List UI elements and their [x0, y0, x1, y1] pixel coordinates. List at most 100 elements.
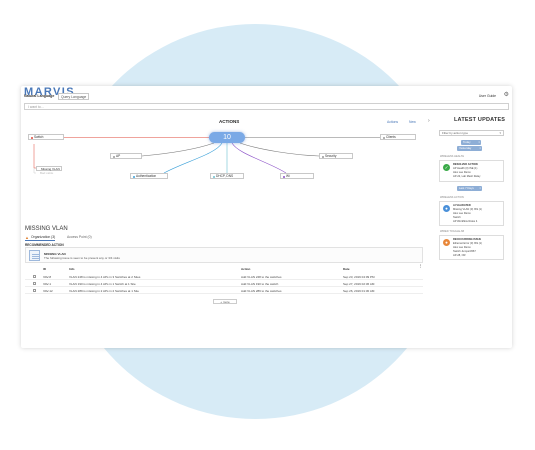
tab-access-point[interactable]: Access Point (0): [67, 235, 92, 239]
gear-icon[interactable]: ⚙: [504, 92, 509, 98]
update-card[interactable]: ● REOCCURRING ISSUE Ethernet Error (0) I…: [439, 235, 504, 260]
cell-date: Sep 27, 2019 02:36 AM: [343, 281, 375, 286]
cell-date: Sep 23, 2019 04:09 PM: [343, 274, 375, 279]
search-input[interactable]: I want to...: [24, 103, 509, 110]
chevron-down-icon: ▾: [499, 131, 501, 135]
cell-date: Sep 26, 2019 01:30 AM: [343, 288, 375, 293]
node-dhcp-dns[interactable]: DHCP, DNS: [210, 173, 244, 179]
cell-action: Add VLAN 190 to the switch: [241, 281, 279, 286]
node-security[interactable]: Security: [319, 153, 353, 159]
detail-title: MISSING VLAN: [25, 226, 68, 232]
node-wi-label: Wi: [286, 174, 290, 178]
card-line: Alex Lee Remo: [453, 171, 471, 174]
node-ap-label: AP: [116, 154, 121, 158]
connector-missing-vlan: [33, 144, 36, 169]
card-line: Missing VLAN (0) ISS (1): [453, 208, 482, 211]
col-header-id: ID: [43, 267, 46, 271]
node-authentication-label: Authentication: [136, 174, 157, 178]
col-header-info: Info: [69, 267, 75, 271]
connector-ap: [141, 142, 215, 157]
node-ap[interactable]: AP: [110, 153, 142, 159]
new-link[interactable]: New: [409, 120, 416, 124]
pill-today[interactable]: Today ×: [461, 140, 481, 145]
table-row[interactable]: VAV-8 VLAN 248 is missing in 4 APs in 3 …: [25, 273, 423, 280]
card-line: AP Workflow Rules 4: [453, 220, 478, 223]
card-category: WIRELESS ACTION: [440, 196, 464, 199]
warning-icon: ▲: [25, 234, 29, 240]
card-line: AP-22, Lab Mesh Relay: [453, 175, 481, 178]
user-guide-link[interactable]: User Guide: [479, 94, 496, 98]
cell-info: VLAN 190 is missing in 4 APs in 1 Switch…: [69, 281, 136, 286]
card-line: Ethernet Error (0) ISS (1): [453, 242, 482, 245]
table-row[interactable]: VAV-12 VLAN 289 is missing in 2 APs in 2…: [25, 287, 423, 294]
subnode-bad-cable[interactable]: Bad cable: [36, 171, 60, 175]
status-dot-icon: [212, 175, 215, 178]
status-dot-icon: [382, 136, 385, 139]
card-heading: REOCCURRING ISSUE: [453, 238, 482, 241]
tab-organization-label: Organization (3): [31, 235, 56, 239]
card-heading: AI VALIDATED: [453, 204, 471, 207]
pill-last7-label: Last 7 Days: [459, 186, 474, 190]
update-card[interactable]: ● AI VALIDATED Missing VLAN (0) ISS (1) …: [439, 201, 504, 226]
row-checkbox[interactable]: [33, 274, 36, 278]
row-checkbox[interactable]: [33, 288, 36, 292]
collapse-icon[interactable]: ›: [428, 118, 430, 124]
close-icon[interactable]: ×: [479, 186, 481, 191]
cell-id: VAV-12: [43, 288, 53, 293]
status-dot-icon: [282, 175, 285, 178]
card-category: WIRELESS HEALTH: [440, 155, 465, 158]
card-heading: RESOLVED ACTION: [453, 163, 478, 166]
actions-hub[interactable]: 10: [209, 132, 245, 143]
more-button[interactable]: + more: [213, 299, 237, 304]
close-icon[interactable]: ×: [478, 140, 480, 145]
node-switch[interactable]: Switch: [28, 134, 64, 140]
card-line: AP-28, OR: [453, 254, 466, 257]
update-card[interactable]: ✓ RESOLVED ACTION AP Health (0) ISE (1) …: [439, 160, 504, 182]
node-wi[interactable]: Wi: [280, 173, 314, 179]
person-icon: ●: [443, 239, 450, 246]
alert-icon: [30, 136, 33, 139]
connector-wi: [231, 142, 287, 174]
query-language-toggle[interactable]: Query Language: [58, 93, 90, 100]
rec-action-description: The following issue is seen to be presen…: [44, 256, 120, 260]
search-placeholder: I want to...: [28, 105, 44, 110]
actions-link[interactable]: Actions: [387, 120, 398, 124]
updates-sidebar: › LATEST UPDATES Filter by action type ▾…: [428, 115, 509, 347]
close-icon[interactable]: ×: [479, 146, 481, 151]
detail-tabs: ▲ Organization (3) Access Point (0): [25, 235, 225, 241]
cell-info: VLAN 289 is missing in 2 APs in 2 Switch…: [69, 288, 139, 293]
app-window: MARVIS Natural Language Query Language U…: [21, 86, 512, 348]
filter-placeholder: Filter by action type: [442, 131, 469, 135]
card-line: Alex Lee Remo: [453, 212, 471, 215]
graph-connectors: [33, 137, 380, 174]
pill-yesterday[interactable]: Yesterday ×: [457, 146, 482, 151]
node-clients[interactable]: Clients: [380, 134, 416, 140]
column-menu-icon[interactable]: ⋮: [419, 264, 423, 268]
status-dot-icon: [112, 155, 115, 158]
tab-organization[interactable]: ▲ Organization (3): [25, 234, 56, 241]
card-line: Alex Lee Remo: [453, 246, 471, 249]
node-security-label: Security: [325, 154, 337, 158]
detail-section: MISSING VLAN ▲ Organization (3) Access P…: [24, 226, 429, 346]
action-type-filter[interactable]: Filter by action type ▾: [439, 130, 504, 136]
row-checkbox[interactable]: [33, 281, 36, 285]
connector-security: [239, 142, 320, 157]
node-clients-label: Clients: [386, 135, 396, 139]
node-authentication[interactable]: Authentication: [130, 173, 168, 179]
document-icon: [29, 250, 40, 261]
card-line: Switch: [453, 216, 461, 219]
main-panel: ACTIONS Actions New 10 Switch AP Clients: [24, 114, 429, 346]
natural-language-toggle[interactable]: Natural Language: [24, 94, 54, 98]
cell-action: Add VLAN 248 to the switches: [241, 274, 282, 279]
cell-id: VAV-8: [43, 274, 52, 279]
pill-yesterday-label: Yesterday: [459, 146, 472, 150]
stage: MARVIS Natural Language Query Language U…: [0, 0, 535, 450]
updates-title: LATEST UPDATES: [454, 117, 506, 123]
cell-action: Add VLAN 289 to the switches: [241, 288, 282, 293]
check-icon: ✓: [443, 164, 450, 171]
table-row[interactable]: VAV-1 VLAN 190 is missing in 4 APs in 1 …: [25, 280, 423, 287]
top-bar: Natural Language Query Language User Gui…: [24, 92, 510, 101]
pill-last-7-days[interactable]: Last 7 Days ×: [457, 186, 482, 191]
col-header-date: Date: [343, 267, 350, 271]
node-dhcp-dns-label: DHCP, DNS: [216, 174, 234, 178]
